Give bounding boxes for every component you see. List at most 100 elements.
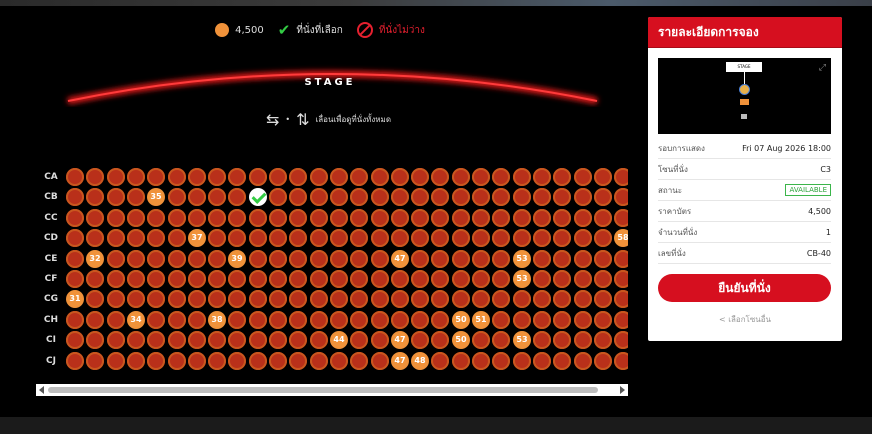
seat-sold[interactable] xyxy=(86,352,104,370)
seat-sold[interactable] xyxy=(330,290,348,308)
seat-sold[interactable] xyxy=(594,270,612,288)
seat-sold[interactable] xyxy=(350,352,368,370)
seat-sold[interactable] xyxy=(411,229,429,247)
seat-sold[interactable] xyxy=(269,188,287,206)
seat-sold[interactable] xyxy=(391,229,409,247)
seat-sold[interactable] xyxy=(431,250,449,268)
seat-sold[interactable] xyxy=(431,290,449,308)
seat-sold[interactable] xyxy=(594,229,612,247)
seat-sold[interactable] xyxy=(249,209,267,227)
seat-sold[interactable] xyxy=(371,311,389,329)
seat-sold[interactable] xyxy=(188,290,206,308)
seat-sold[interactable] xyxy=(614,270,628,288)
seat-sold[interactable] xyxy=(147,168,165,186)
seat-sold[interactable] xyxy=(86,188,104,206)
seat-sold[interactable] xyxy=(492,168,510,186)
seat-sold[interactable] xyxy=(411,331,429,349)
seat-sold[interactable] xyxy=(350,250,368,268)
seat-sold[interactable] xyxy=(533,311,551,329)
seat-sold[interactable] xyxy=(269,229,287,247)
seat-sold[interactable] xyxy=(107,250,125,268)
seat-sold[interactable] xyxy=(107,209,125,227)
seat-sold[interactable] xyxy=(452,168,470,186)
seat-sold[interactable] xyxy=(269,331,287,349)
seat-sold[interactable] xyxy=(168,352,186,370)
seat-sold[interactable] xyxy=(492,270,510,288)
seat-sold[interactable] xyxy=(594,250,612,268)
seat-sold[interactable] xyxy=(594,331,612,349)
seat-available[interactable]: 47 xyxy=(391,331,409,349)
seat-sold[interactable] xyxy=(371,290,389,308)
seat-sold[interactable] xyxy=(310,209,328,227)
seat-sold[interactable] xyxy=(431,168,449,186)
seat-sold[interactable] xyxy=(492,229,510,247)
seat-sold[interactable] xyxy=(330,250,348,268)
seat-sold[interactable] xyxy=(513,209,531,227)
seat-sold[interactable] xyxy=(168,311,186,329)
seat-sold[interactable] xyxy=(147,250,165,268)
seat-sold[interactable] xyxy=(310,290,328,308)
scroll-left-arrow-icon[interactable] xyxy=(39,386,44,394)
seat-sold[interactable] xyxy=(492,311,510,329)
seat-sold[interactable] xyxy=(513,290,531,308)
seat-sold[interactable] xyxy=(411,250,429,268)
seat-sold[interactable] xyxy=(513,168,531,186)
seat-available[interactable]: 48 xyxy=(411,352,429,370)
seat-sold[interactable] xyxy=(371,331,389,349)
seat-sold[interactable] xyxy=(147,209,165,227)
seat-sold[interactable] xyxy=(228,188,246,206)
seat-sold[interactable] xyxy=(228,229,246,247)
seat-sold[interactable] xyxy=(574,270,592,288)
seat-sold[interactable] xyxy=(330,229,348,247)
seat-sold[interactable] xyxy=(188,270,206,288)
seat-sold[interactable] xyxy=(107,229,125,247)
seat-sold[interactable] xyxy=(127,331,145,349)
seat-sold[interactable] xyxy=(208,352,226,370)
seat-sold[interactable] xyxy=(127,209,145,227)
seat-sold[interactable] xyxy=(107,331,125,349)
seat-sold[interactable] xyxy=(492,331,510,349)
seat-sold[interactable] xyxy=(269,209,287,227)
seat-sold[interactable] xyxy=(492,290,510,308)
seat-sold[interactable] xyxy=(228,270,246,288)
seat-sold[interactable] xyxy=(86,168,104,186)
seat-sold[interactable] xyxy=(533,270,551,288)
seat-sold[interactable] xyxy=(168,209,186,227)
seat-sold[interactable] xyxy=(269,290,287,308)
seat-sold[interactable] xyxy=(188,188,206,206)
seat-sold[interactable] xyxy=(249,270,267,288)
seat-sold[interactable] xyxy=(594,168,612,186)
seat-sold[interactable] xyxy=(289,352,307,370)
seat-sold[interactable] xyxy=(228,290,246,308)
seat-sold[interactable] xyxy=(614,311,628,329)
seat-sold[interactable] xyxy=(574,331,592,349)
seat-sold[interactable] xyxy=(411,270,429,288)
seat-sold[interactable] xyxy=(228,311,246,329)
back-to-zones-link[interactable]: < เลือกโซนอื่น xyxy=(648,313,842,326)
seat-sold[interactable] xyxy=(127,270,145,288)
seat-sold[interactable] xyxy=(594,209,612,227)
seat-sold[interactable] xyxy=(107,311,125,329)
seat-available[interactable]: 53 xyxy=(513,331,531,349)
seat-sold[interactable] xyxy=(127,250,145,268)
seat-sold[interactable] xyxy=(107,290,125,308)
seat-sold[interactable] xyxy=(513,352,531,370)
seat-available[interactable]: 34 xyxy=(127,311,145,329)
seat-sold[interactable] xyxy=(107,188,125,206)
seat-sold[interactable] xyxy=(492,250,510,268)
seat-sold[interactable] xyxy=(533,290,551,308)
confirm-seat-button[interactable]: ยืนยันที่นั่ง xyxy=(658,274,831,302)
seat-sold[interactable] xyxy=(289,229,307,247)
scroll-right-arrow-icon[interactable] xyxy=(620,386,625,394)
seat-sold[interactable] xyxy=(107,352,125,370)
seat-sold[interactable] xyxy=(269,168,287,186)
seat-sold[interactable] xyxy=(574,229,592,247)
seat-sold[interactable] xyxy=(452,250,470,268)
seat-sold[interactable] xyxy=(472,352,490,370)
seat-available[interactable]: 51 xyxy=(472,311,490,329)
seat-sold[interactable] xyxy=(350,270,368,288)
seat-sold[interactable] xyxy=(391,209,409,227)
seat-sold[interactable] xyxy=(472,250,490,268)
seat-sold[interactable] xyxy=(614,290,628,308)
seat-sold[interactable] xyxy=(391,290,409,308)
